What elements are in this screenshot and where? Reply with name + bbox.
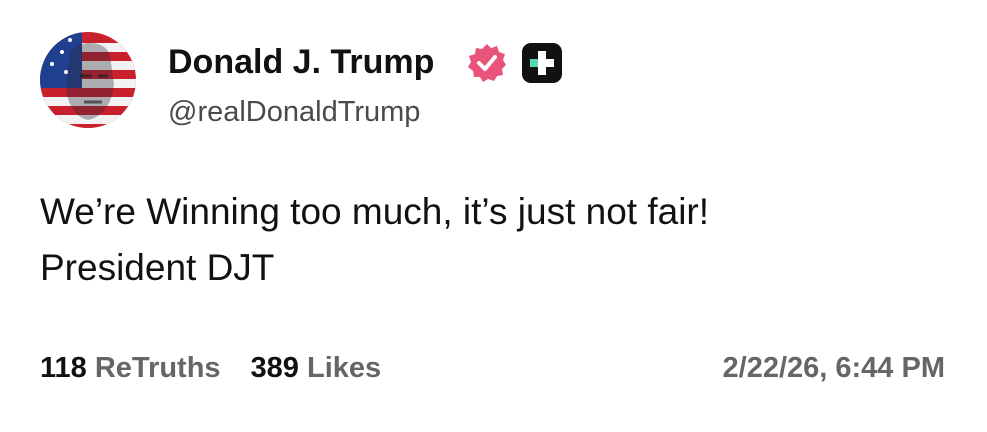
avatar[interactable] (40, 32, 136, 128)
retruths-count: 118 (40, 352, 87, 384)
post-text-line: We’re Winning too much, it’s just not fa… (40, 191, 710, 232)
post-text-line: President DJT (40, 247, 275, 288)
retruths-label: ReTruths (94, 352, 221, 384)
author-handle[interactable]: @realDonaldTrump (168, 92, 420, 132)
likes-stat[interactable]: 389 Likes (251, 352, 382, 384)
avatar-flag-portrait-icon (40, 32, 136, 128)
post-card: Donald J. Trump @realDonaldTrump We’re W… (0, 0, 987, 432)
truth-social-plus-badge-icon (521, 42, 563, 84)
post-body: We’re Winning too much, it’s just not fa… (40, 184, 960, 296)
retruths-stat[interactable]: 118 ReTruths (40, 352, 221, 384)
likes-label: Likes (307, 352, 382, 384)
post-timestamp[interactable]: 2/22/26, 6:44 PM (723, 348, 945, 388)
verified-badge-icon (466, 42, 508, 84)
post-stats: 118 ReTruths 389 Likes (40, 348, 381, 388)
author-display-name[interactable]: Donald J. Trump (168, 40, 434, 84)
likes-count: 389 (250, 352, 299, 384)
